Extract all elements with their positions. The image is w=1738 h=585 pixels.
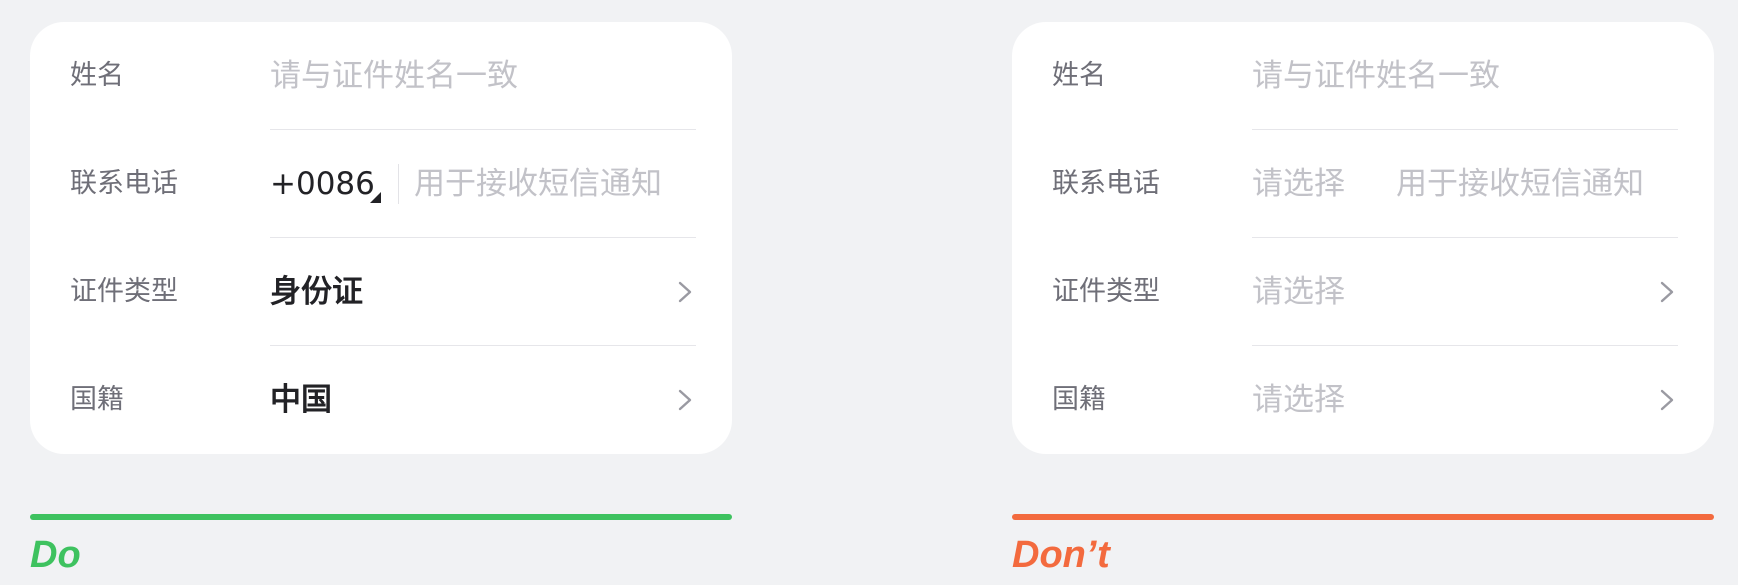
id-type-row[interactable]: 证件类型 请选择 bbox=[1012, 238, 1714, 346]
phone-row: 联系电话 请选择 用于接收短信通知 bbox=[1012, 130, 1714, 238]
country-code-value: +0086 bbox=[270, 166, 375, 202]
chevron-right-icon bbox=[1660, 281, 1674, 303]
country-code-selector[interactable]: +0086 bbox=[270, 130, 381, 238]
field-separator bbox=[398, 164, 399, 204]
form-card: 姓名 请与证件姓名一致 联系电话 +0086 用于接收短信通知 证件类型 身份证… bbox=[30, 22, 732, 454]
dont-indicator-bar bbox=[1012, 514, 1714, 520]
chevron-right-icon bbox=[678, 389, 692, 411]
id-type-label: 证件类型 bbox=[70, 276, 178, 307]
chevron-right-icon bbox=[1660, 389, 1674, 411]
dropdown-triangle-icon bbox=[370, 192, 381, 203]
phone-input[interactable]: 用于接收短信通知 bbox=[1396, 130, 1644, 238]
dont-example-panel: 姓名 请与证件姓名一致 联系电话 请选择 用于接收短信通知 证件类型 请选择 国… bbox=[1012, 0, 1716, 585]
name-input[interactable]: 请与证件姓名一致 bbox=[1252, 22, 1500, 130]
phone-input[interactable]: 用于接收短信通知 bbox=[414, 130, 662, 238]
nationality-row[interactable]: 国籍 请选择 bbox=[1012, 346, 1714, 454]
form-card: 姓名 请与证件姓名一致 联系电话 请选择 用于接收短信通知 证件类型 请选择 国… bbox=[1012, 22, 1714, 454]
phone-row: 联系电话 +0086 用于接收短信通知 bbox=[30, 130, 732, 238]
id-type-value: 身份证 bbox=[270, 274, 363, 310]
name-row[interactable]: 姓名 请与证件姓名一致 bbox=[1012, 22, 1714, 130]
name-label: 姓名 bbox=[1052, 60, 1106, 91]
phone-label: 联系电话 bbox=[1052, 168, 1160, 199]
chevron-right-icon bbox=[678, 281, 692, 303]
nationality-label: 国籍 bbox=[1052, 384, 1106, 415]
name-input[interactable]: 请与证件姓名一致 bbox=[270, 22, 518, 130]
phone-label: 联系电话 bbox=[70, 168, 178, 199]
name-label: 姓名 bbox=[70, 60, 124, 91]
do-caption: Do bbox=[30, 534, 81, 576]
id-type-label: 证件类型 bbox=[1052, 276, 1160, 307]
do-example-panel: 姓名 请与证件姓名一致 联系电话 +0086 用于接收短信通知 证件类型 身份证… bbox=[30, 0, 734, 585]
nationality-row[interactable]: 国籍 中国 bbox=[30, 346, 732, 454]
id-type-row[interactable]: 证件类型 身份证 bbox=[30, 238, 732, 346]
dont-caption: Don’t bbox=[1012, 534, 1110, 576]
nationality-value: 中国 bbox=[270, 382, 332, 418]
id-type-placeholder: 请选择 bbox=[1252, 274, 1345, 310]
country-code-selector[interactable]: 请选择 bbox=[1252, 130, 1345, 238]
nationality-placeholder: 请选择 bbox=[1252, 382, 1345, 418]
nationality-label: 国籍 bbox=[70, 384, 124, 415]
name-row[interactable]: 姓名 请与证件姓名一致 bbox=[30, 22, 732, 130]
do-indicator-bar bbox=[30, 514, 732, 520]
